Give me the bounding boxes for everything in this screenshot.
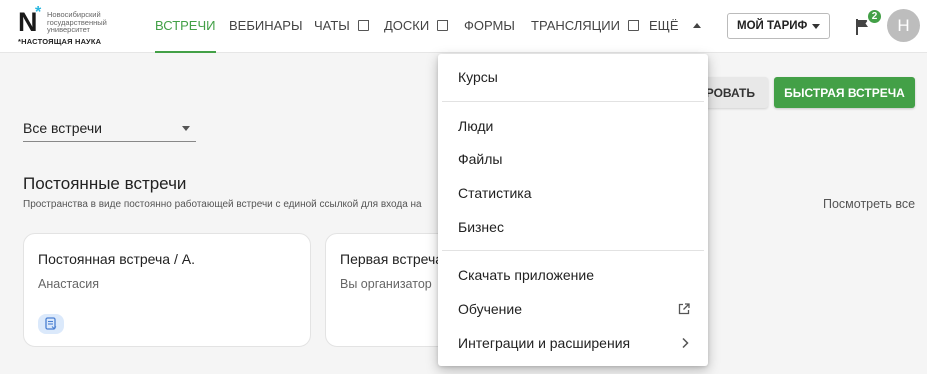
logo-university-name: Новосибирский государственный университе… <box>47 10 107 34</box>
external-link-icon <box>627 19 640 31</box>
filter-selected-value: Все встречи <box>23 120 102 136</box>
document-icon <box>38 314 64 334</box>
meeting-card-title: Первая встреча <box>340 251 444 267</box>
logo-tagline: *НАСТОЯЩАЯ НАУКА <box>18 37 102 46</box>
caret-down-icon <box>812 24 820 29</box>
external-link-icon <box>437 19 450 31</box>
user-avatar[interactable]: Н <box>887 9 920 42</box>
menu-divider <box>442 101 704 102</box>
nav-tab-label: ВСТРЕЧИ <box>155 18 216 33</box>
nav-tab-label: ТРАНСЛЯЦИИ <box>531 18 620 33</box>
caret-down-icon <box>182 126 190 131</box>
my-plan-label: МОЙ ТАРИФ <box>737 20 808 32</box>
meeting-card-owner: Анастасия <box>38 277 99 291</box>
notifications-badge: 2 <box>866 8 883 25</box>
my-plan-dropdown[interactable]: МОЙ ТАРИФ <box>727 13 830 39</box>
meetings-filter-select[interactable]: Все встречи <box>23 120 196 142</box>
nav-tab-broadcasts[interactable]: ТРАНСЛЯЦИИ <box>531 18 640 33</box>
menu-item-business[interactable]: Бизнес <box>458 219 504 235</box>
menu-item-statistics[interactable]: Статистика <box>458 185 532 201</box>
section-subtitle: Пространства в виде постоянно работающей… <box>23 199 422 210</box>
nav-tab-forms[interactable]: ФОРМЫ <box>464 18 515 33</box>
more-dropdown-menu: Курсы Люди Файлы Статистика Бизнес Скача… <box>438 54 708 366</box>
university-logo[interactable]: N * Новосибирский государственный универ… <box>18 4 138 46</box>
top-navigation-bar: N * Новосибирский государственный универ… <box>0 0 927 53</box>
see-all-link[interactable]: Посмотреть все <box>823 197 915 211</box>
external-link-icon <box>357 19 370 31</box>
quick-meeting-button[interactable]: БЫСТРАЯ ВСТРЕЧА <box>774 77 915 108</box>
menu-item-files[interactable]: Файлы <box>458 151 502 167</box>
nav-tab-chats[interactable]: ЧАТЫ <box>314 18 370 33</box>
external-link-icon <box>678 303 690 315</box>
menu-divider <box>442 250 704 251</box>
logo-star-icon: * <box>35 4 42 21</box>
nav-tab-label: ФОРМЫ <box>464 18 515 33</box>
menu-item-download-app[interactable]: Скачать приложение <box>458 267 594 283</box>
nav-tab-boards[interactable]: ДОСКИ <box>384 18 450 33</box>
nav-tab-label: ВЕБИНАРЫ <box>229 18 303 33</box>
caret-up-icon <box>692 23 701 28</box>
meeting-card-owner: Вы организатор <box>340 277 432 291</box>
menu-item-training[interactable]: Обучение <box>458 301 522 317</box>
nav-tab-label: ЕЩЁ <box>649 18 679 33</box>
nav-tab-meetings[interactable]: ВСТРЕЧИ <box>155 18 216 53</box>
meeting-card[interactable]: Постоянная встреча / А. Анастасия <box>23 233 311 347</box>
nav-tab-webinars[interactable]: ВЕБИНАРЫ <box>229 18 302 33</box>
section-title: Постоянные встречи <box>23 174 187 193</box>
meeting-card-title: Постоянная встреча / А. <box>38 251 195 267</box>
nav-tab-more[interactable]: ЕЩЁ <box>649 18 701 33</box>
chevron-right-icon <box>682 337 689 349</box>
menu-item-people[interactable]: Люди <box>458 118 493 134</box>
nav-tab-label: ЧАТЫ <box>314 18 350 33</box>
menu-item-integrations[interactable]: Интеграции и расширения <box>458 335 630 351</box>
nav-tab-label: ДОСКИ <box>384 18 430 33</box>
menu-item-courses[interactable]: Курсы <box>458 69 498 85</box>
